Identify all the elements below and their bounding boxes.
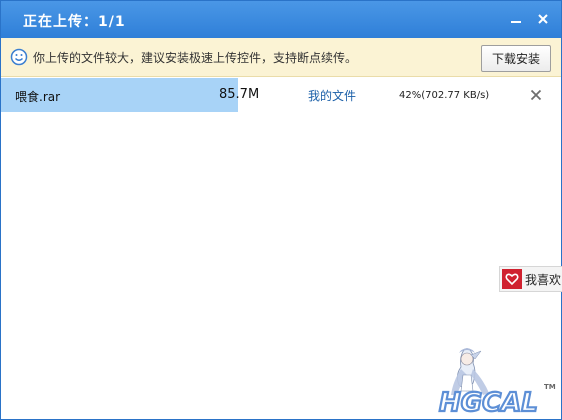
progress-speed-text: 42%(702.77 KB/s) [399, 90, 490, 101]
watermark-text: HGCAL [439, 388, 538, 417]
destination-folder-link[interactable]: 我的文件 [308, 87, 356, 104]
like-button[interactable]: 我喜欢 [499, 266, 562, 292]
minimize-button[interactable] [506, 9, 526, 29]
hgcal-watermark-logo: HGCAL [438, 348, 539, 417]
window-title: 正在上传：1/1 [23, 14, 126, 30]
trademark-mark: TM [544, 383, 556, 391]
notice-text: 你上传的文件较大，建议安装极速上传控件，支持断点续传。 [33, 51, 358, 65]
file-name: 喂食.rar [15, 90, 61, 104]
file-size: 85.7M [219, 87, 260, 102]
heart-icon [502, 269, 522, 289]
title-bar[interactable]: 正在上传：1/1 [1, 1, 561, 38]
smiley-icon [10, 48, 28, 66]
upload-window: 正在上传：1/1 你上传的文件较大，建议安装极速上传控件，支持断点续传。 下载安… [0, 0, 562, 420]
close-icon [538, 14, 548, 24]
notice-bar: 你上传的文件较大，建议安装极速上传控件，支持断点续传。 [1, 38, 561, 77]
install-button[interactable]: 下载安装 [481, 45, 551, 72]
cancel-upload-button[interactable] [527, 86, 545, 104]
like-label: 我喜欢 [525, 272, 562, 287]
upload-row: 喂食.rar 85.7M 我的文件 42%(702.77 KB/s) [1, 78, 561, 112]
close-icon [530, 89, 542, 101]
minimize-icon [511, 21, 521, 23]
close-button[interactable] [533, 9, 553, 29]
